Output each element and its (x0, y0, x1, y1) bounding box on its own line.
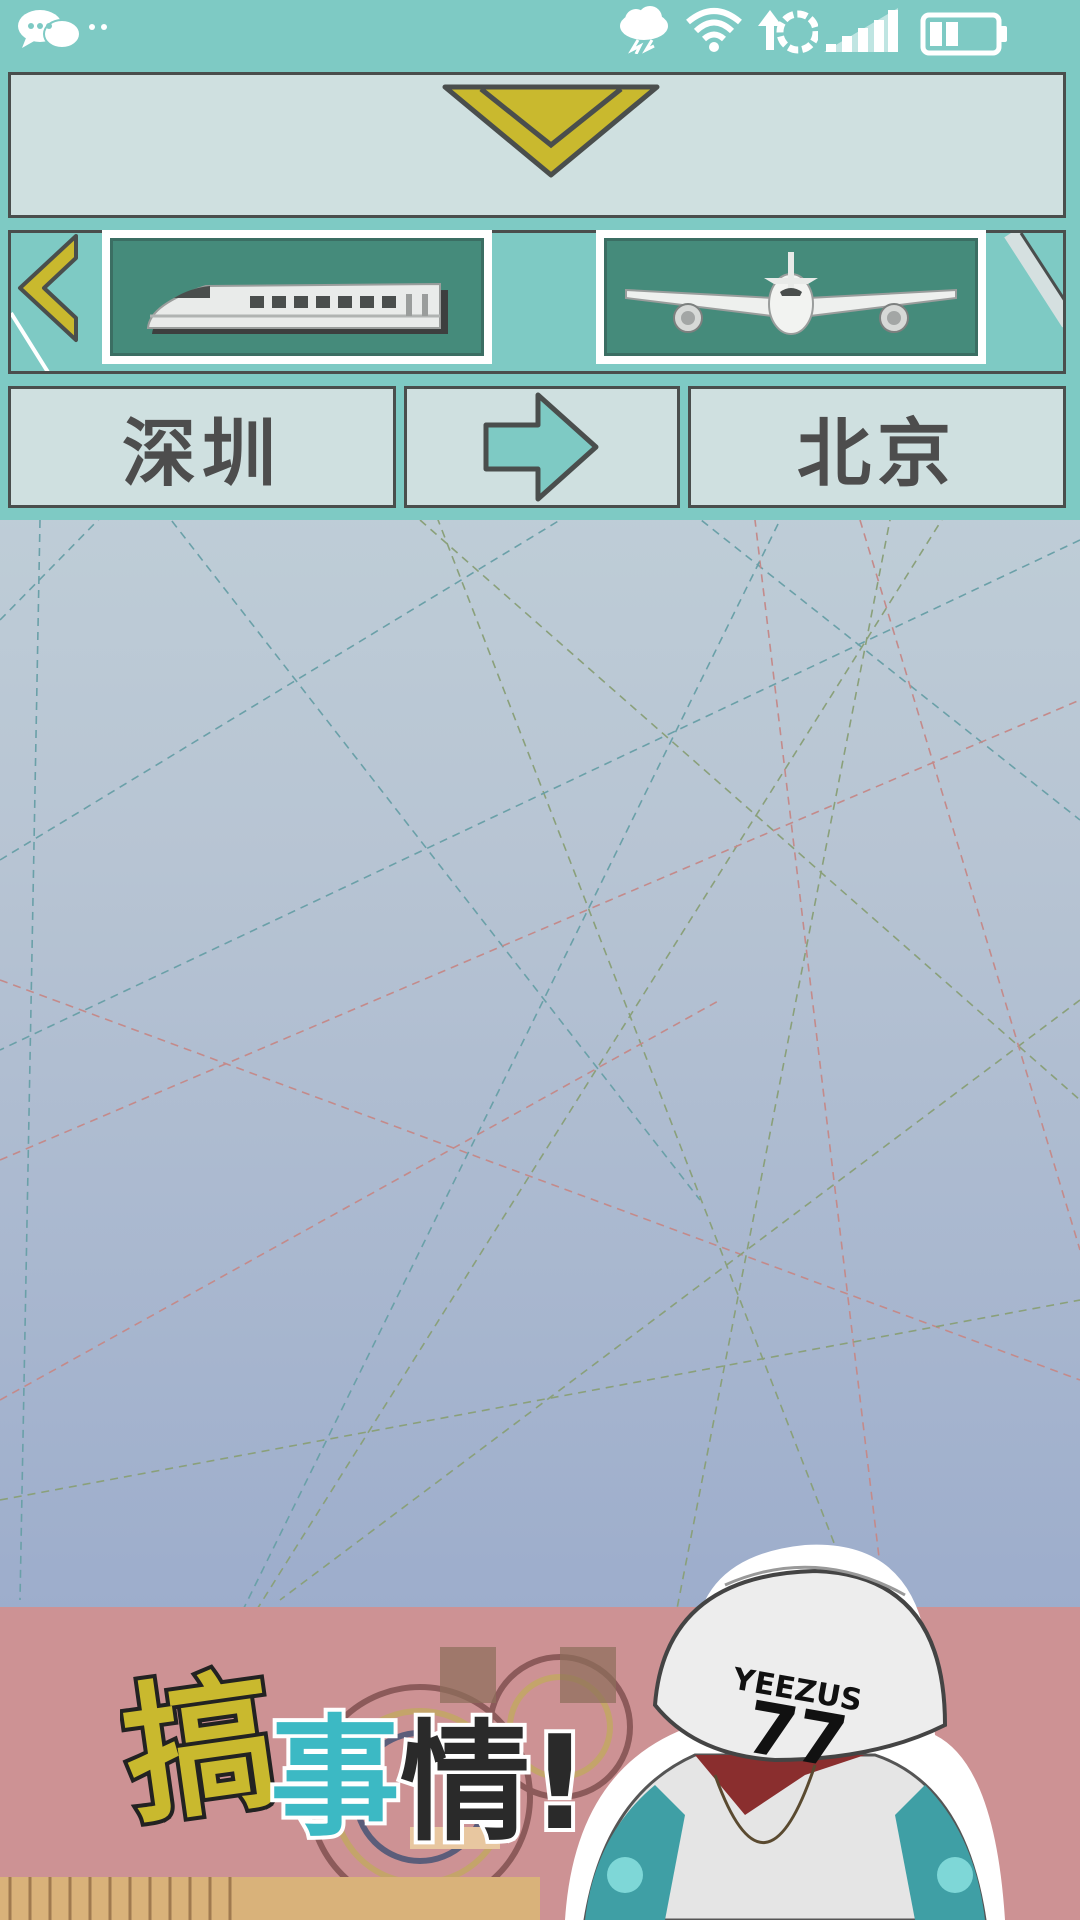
header-inner (8, 72, 1066, 218)
chevron-down-icon[interactable] (441, 83, 661, 179)
svg-text:搞: 搞 (120, 1653, 287, 1846)
destination-city-button[interactable]: 北京 (688, 386, 1066, 508)
airplane-icon (625, 252, 957, 335)
cap-number-text: 77 (740, 1685, 853, 1785)
svg-text:事: 事 (270, 1702, 400, 1848)
thunderstorm-icon (620, 6, 668, 54)
status-bar (0, 0, 1080, 62)
arrow-right-icon (483, 392, 599, 502)
departure-city-button[interactable]: 深圳 (8, 386, 396, 508)
swap-direction-button[interactable] (404, 386, 680, 508)
character-illustration: YEEZUS 77 (565, 1544, 1005, 1920)
train-mode-button[interactable] (102, 230, 492, 364)
plane-mode-button[interactable] (596, 230, 986, 364)
more-dots-icon (89, 24, 107, 30)
chat-bubbles-icon (18, 10, 81, 49)
sync-icon (758, 10, 818, 54)
header-panel (0, 62, 1080, 228)
wifi-icon (686, 8, 742, 52)
train-mode-card (110, 238, 484, 356)
departure-city: 深圳 (122, 410, 282, 497)
high-speed-train-icon (146, 282, 448, 334)
destination-city: 北京 (797, 410, 957, 497)
signal-icon (824, 8, 898, 52)
chevron-left-icon[interactable] (14, 232, 86, 344)
plane-mode-card (604, 238, 978, 356)
battery-icon (920, 12, 1007, 56)
